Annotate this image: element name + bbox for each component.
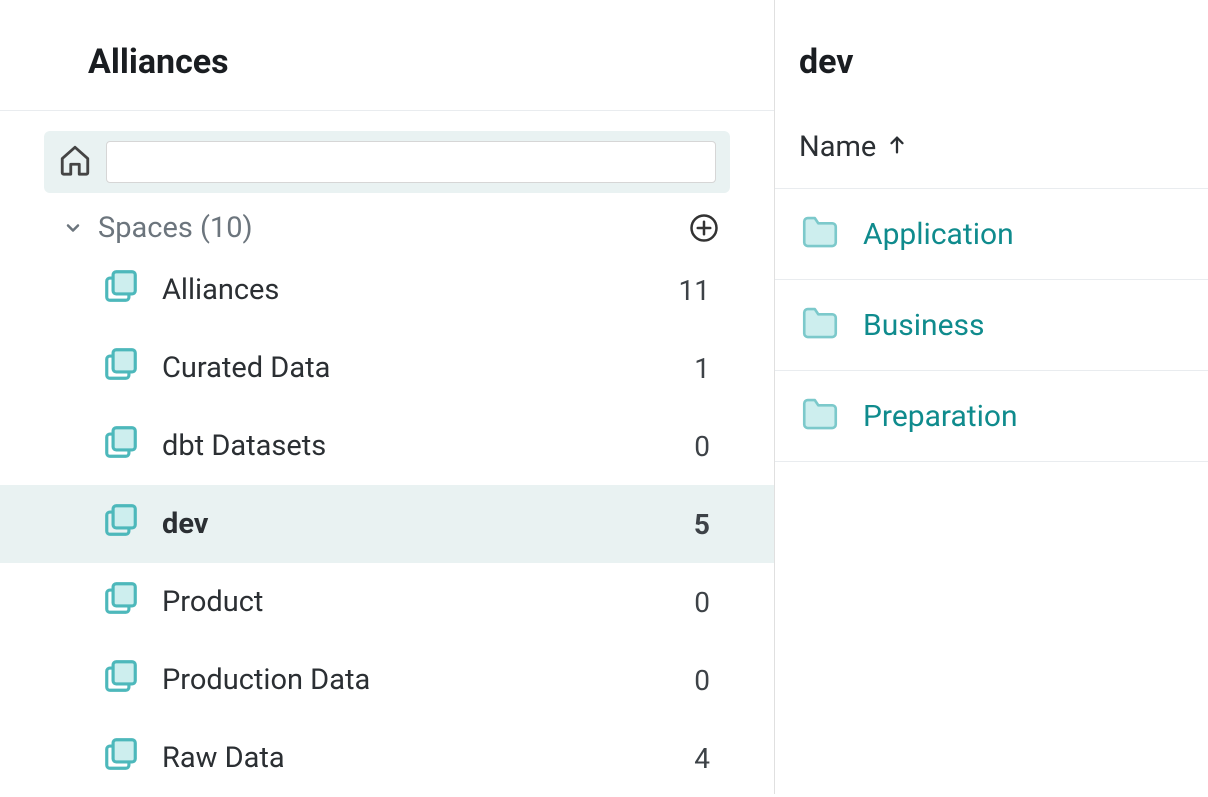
home-row[interactable]: [44, 131, 730, 193]
space-icon: [102, 423, 140, 469]
folder-icon: [799, 211, 841, 257]
folder-name: Preparation: [863, 399, 1018, 434]
space-item[interactable]: Product 0: [0, 563, 774, 641]
folder-icon: [799, 302, 841, 348]
main-title: dev: [775, 0, 1208, 110]
space-item[interactable]: dev 5: [0, 485, 774, 563]
add-space-button[interactable]: [688, 212, 720, 244]
space-item[interactable]: dbt Datasets 0: [0, 407, 774, 485]
space-item[interactable]: Curated Data 1: [0, 329, 774, 407]
space-icon: [102, 345, 140, 391]
space-item[interactable]: Production Data 0: [0, 641, 774, 719]
home-icon: [58, 143, 92, 181]
space-name: Raw Data: [162, 741, 672, 775]
space-icon: [102, 735, 140, 781]
main-panel: dev Name Application Business Preparatio…: [775, 0, 1208, 794]
space-name: Curated Data: [162, 351, 672, 385]
sidebar-title: Alliances: [0, 0, 774, 111]
folder-item[interactable]: Preparation: [775, 371, 1208, 462]
space-icon: [102, 579, 140, 625]
folder-item[interactable]: Application: [775, 189, 1208, 280]
space-icon: [102, 267, 140, 313]
space-count: 0: [694, 664, 720, 697]
space-count: 1: [694, 352, 720, 385]
search-input[interactable]: [106, 141, 716, 183]
folder-list: Application Business Preparation: [775, 189, 1208, 462]
space-name: Alliances: [162, 273, 657, 307]
sort-asc-icon: [886, 130, 908, 164]
folder-icon: [799, 393, 841, 439]
folder-name: Application: [863, 217, 1014, 252]
space-count: 11: [679, 274, 720, 307]
space-count: 4: [694, 742, 720, 775]
spaces-label: Spaces (10): [98, 211, 674, 245]
spaces-header[interactable]: Spaces (10): [0, 205, 774, 251]
space-item[interactable]: Raw Data 4: [0, 719, 774, 797]
space-list: Alliances 11 Curated Data 1 dbt Datasets…: [0, 251, 774, 797]
folder-item[interactable]: Business: [775, 280, 1208, 371]
column-header-name[interactable]: Name: [775, 110, 1208, 189]
space-count: 0: [694, 430, 720, 463]
chevron-down-icon: [62, 217, 84, 239]
folder-name: Business: [863, 308, 984, 343]
space-count: 0: [694, 586, 720, 619]
space-icon: [102, 657, 140, 703]
space-icon: [102, 501, 140, 547]
sidebar: Alliances Spaces (10) Alliances 11: [0, 0, 775, 794]
space-name: dev: [162, 507, 672, 541]
space-name: Production Data: [162, 663, 672, 697]
space-count: 5: [694, 508, 720, 541]
space-name: Product: [162, 585, 672, 619]
space-name: dbt Datasets: [162, 429, 672, 463]
space-item[interactable]: Alliances 11: [0, 251, 774, 329]
column-header-label: Name: [799, 130, 876, 164]
